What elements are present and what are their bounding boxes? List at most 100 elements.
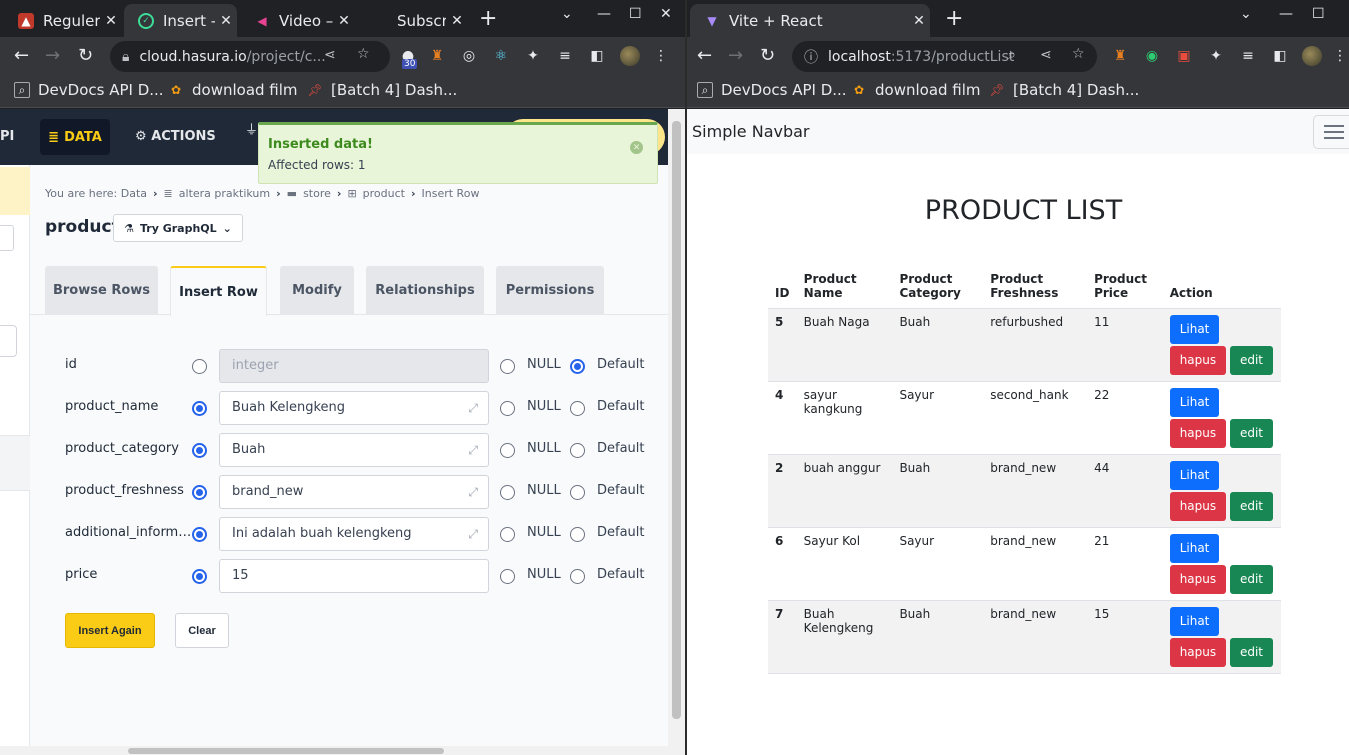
vertical-scrollbar[interactable]: [668, 109, 685, 755]
horizontal-scrollbar[interactable]: [0, 746, 668, 755]
browser-tab-active[interactable]: ▼ Vite + React ✕: [690, 4, 930, 37]
hapus-button[interactable]: hapus: [1169, 346, 1227, 375]
breadcrumb-schema[interactable]: store: [303, 187, 331, 200]
null-radio[interactable]: [500, 359, 515, 374]
avatar[interactable]: [620, 46, 640, 66]
new-tab-icon[interactable]: +: [479, 6, 497, 31]
extension-icon[interactable]: ▣: [1175, 47, 1193, 65]
bookmark-item[interactable]: ⌕ DevDocs API D...: [14, 81, 164, 99]
minimize-icon[interactable]: —: [1279, 6, 1293, 22]
breadcrumb-data[interactable]: You are here: Data: [45, 187, 147, 200]
sidebar-control[interactable]: [0, 225, 14, 251]
hapus-button[interactable]: hapus: [1169, 492, 1227, 521]
lihat-button[interactable]: Lihat: [1169, 461, 1220, 490]
maximize-icon[interactable]: ☐: [1312, 6, 1325, 22]
puzzle-icon[interactable]: ✦: [1207, 47, 1225, 65]
default-radio[interactable]: [570, 569, 585, 584]
null-radio[interactable]: [500, 485, 515, 500]
scrollbar-thumb[interactable]: [672, 121, 681, 719]
bookmark-item[interactable]: 📌︎ [Batch 4] Dash...: [989, 81, 1139, 99]
media-icon[interactable]: ≡: [1239, 47, 1257, 65]
address-bar[interactable]: 🔒︎ cloud.hasura.io/project/c... ⋖ ☆: [110, 41, 390, 72]
tab-search-icon[interactable]: ⌄: [1240, 6, 1252, 22]
edit-button[interactable]: edit: [1229, 565, 1273, 594]
bookmark-star-icon[interactable]: ☆: [1072, 46, 1085, 62]
expand-icon[interactable]: ⤢: [468, 485, 478, 500]
menu-icon[interactable]: ⋮: [652, 47, 670, 65]
null-radio[interactable]: [500, 569, 515, 584]
value-radio[interactable]: [192, 569, 207, 584]
value-radio[interactable]: [192, 485, 207, 500]
lihat-button[interactable]: Lihat: [1169, 388, 1220, 417]
maximize-icon[interactable]: ☐: [629, 6, 642, 22]
product-freshness-input[interactable]: brand_new ⤢: [219, 475, 489, 509]
reload-icon[interactable]: ↻: [760, 45, 775, 66]
new-tab-icon[interactable]: +: [945, 6, 963, 31]
bookmark-item[interactable]: ✿ download film: [168, 81, 298, 99]
default-radio[interactable]: [570, 443, 585, 458]
default-radio[interactable]: [570, 527, 585, 542]
default-radio[interactable]: [570, 359, 585, 374]
sidepanel-icon[interactable]: ◧: [1271, 47, 1289, 65]
lihat-button[interactable]: Lihat: [1169, 534, 1220, 563]
tab-search-icon[interactable]: ⌄: [561, 6, 573, 22]
extension-icon[interactable]: ♜: [428, 47, 446, 65]
null-radio[interactable]: [500, 527, 515, 542]
bookmark-item[interactable]: ⌕ DevDocs API D...: [697, 81, 847, 99]
close-tab-icon[interactable]: ✕: [100, 13, 122, 29]
browser-tab[interactable]: Subscri ✕: [358, 4, 468, 37]
tab-browse-rows[interactable]: Browse Rows: [45, 266, 158, 315]
tab-modify[interactable]: Modify: [280, 266, 354, 315]
expand-icon[interactable]: ⤢: [468, 401, 478, 416]
price-input[interactable]: 15: [219, 559, 489, 593]
zoom-icon[interactable]: ⌕: [1008, 47, 1016, 63]
extension-icon[interactable]: ◎: [460, 47, 478, 65]
value-radio[interactable]: [192, 359, 207, 374]
hapus-button[interactable]: hapus: [1169, 638, 1227, 667]
edit-button[interactable]: edit: [1229, 419, 1273, 448]
close-tab-icon[interactable]: ✕: [908, 13, 930, 29]
tab-insert-row[interactable]: Insert Row: [170, 266, 267, 316]
hamburger-menu-icon[interactable]: [1313, 115, 1349, 149]
value-radio[interactable]: [192, 443, 207, 458]
bookmark-item[interactable]: 📌︎ [Batch 4] Dash...: [307, 81, 457, 99]
reload-icon[interactable]: ↻: [78, 45, 93, 66]
expand-icon[interactable]: ⤢: [468, 443, 478, 458]
browser-tab-active[interactable]: ✓ Insert - ✕: [124, 4, 237, 37]
tab-permissions[interactable]: Permissions: [496, 266, 604, 315]
breadcrumb-database[interactable]: altera praktikum: [179, 187, 270, 200]
browser-tab[interactable]: ▲ Reguler ✕: [4, 4, 122, 37]
edit-button[interactable]: edit: [1229, 638, 1273, 667]
extension-icon[interactable]: ♜: [1111, 47, 1129, 65]
forward-icon[interactable]: →: [45, 45, 60, 66]
nav-actions-button[interactable]: ⚙ ACTIONS: [135, 129, 216, 144]
insert-again-button[interactable]: Insert Again: [65, 613, 155, 648]
product-category-input[interactable]: Buah ⤢: [219, 433, 489, 467]
close-tab-icon[interactable]: ✕: [333, 13, 355, 29]
try-graphql-button[interactable]: ⚗ Try GraphQL ⌄: [113, 214, 243, 242]
sidepanel-icon[interactable]: ◧: [588, 47, 606, 65]
hapus-button[interactable]: hapus: [1169, 419, 1227, 448]
plug-icon[interactable]: ⏚: [245, 119, 258, 138]
bookmark-star-icon[interactable]: ☆: [357, 46, 370, 62]
breadcrumb-table[interactable]: product: [363, 187, 405, 200]
minimize-icon[interactable]: —: [597, 6, 611, 22]
share-icon[interactable]: ⋖: [1040, 47, 1052, 63]
null-radio[interactable]: [500, 401, 515, 416]
default-radio[interactable]: [570, 401, 585, 416]
media-icon[interactable]: ≡: [556, 47, 574, 65]
extension-icon[interactable]: ◉: [1143, 47, 1161, 65]
back-icon[interactable]: ←: [697, 45, 712, 66]
additional-information-input[interactable]: Ini adalah buah kelengkeng ⤢: [219, 517, 489, 551]
scrollbar-thumb[interactable]: [128, 748, 444, 754]
puzzle-icon[interactable]: ✦: [524, 47, 542, 65]
id-input[interactable]: integer: [219, 349, 489, 383]
lihat-button[interactable]: Lihat: [1169, 315, 1220, 344]
address-bar[interactable]: ⓘ localhost:5173/productList ⌕ ⋖ ☆: [792, 41, 1097, 72]
null-radio[interactable]: [500, 443, 515, 458]
toast-close-icon[interactable]: ✕: [630, 141, 643, 154]
product-name-input[interactable]: Buah Kelengkeng ⤢: [219, 391, 489, 425]
close-tab-icon[interactable]: ✕: [446, 13, 468, 29]
hapus-button[interactable]: hapus: [1169, 565, 1227, 594]
nav-api[interactable]: PI: [0, 129, 14, 144]
